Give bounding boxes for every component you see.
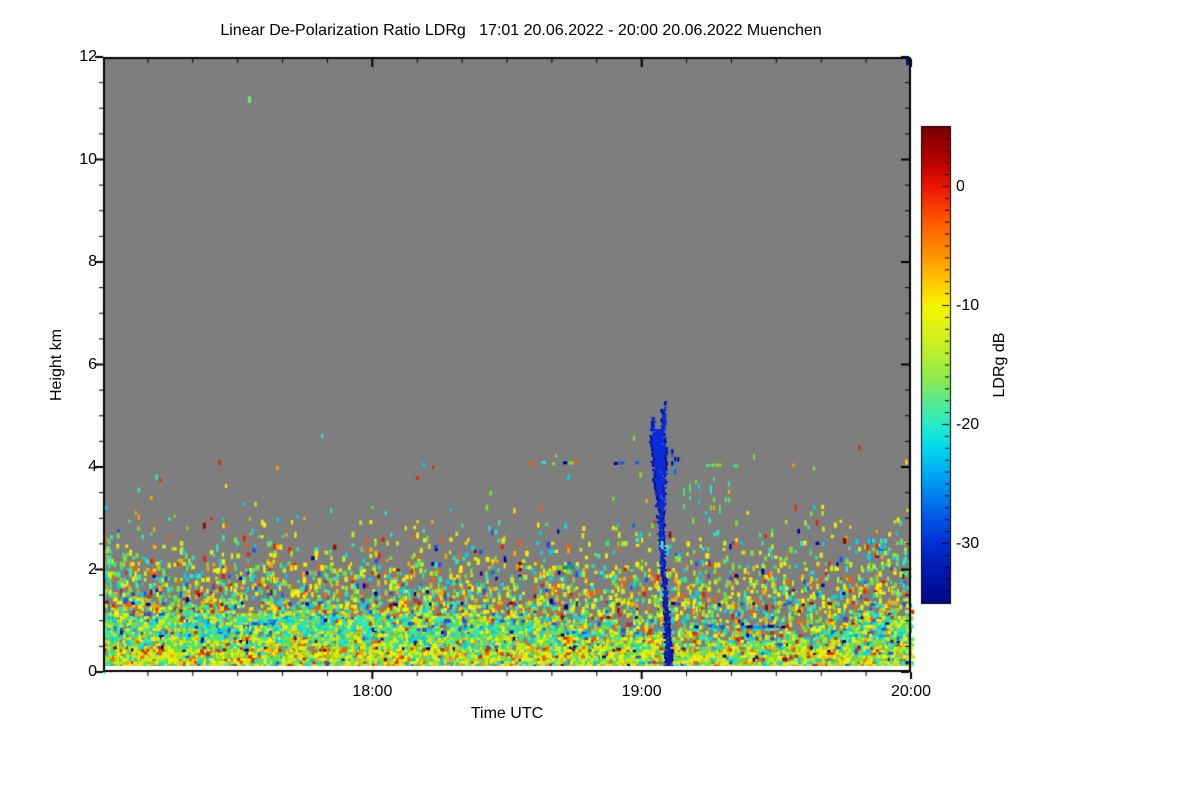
x-tick-label: 18:00 [352, 683, 393, 700]
y-tick-label: 10 [79, 150, 97, 168]
colorbar-tick-label: -20 [956, 415, 980, 433]
y-tick-label: 2 [88, 560, 97, 578]
y-tick-label: 8 [88, 253, 97, 270]
plot-canvas [0, 0, 1200, 800]
colorbar-tick-label: -10 [956, 296, 980, 314]
colorbar-tick-label: 0 [956, 177, 965, 195]
chart-title: Linear De-Polarization Ratio LDRg 17:01 … [220, 22, 822, 39]
x-axis-label: Time UTC [470, 705, 544, 722]
y-tick-label: 12 [79, 48, 97, 65]
ldr-time-height-plot: Linear De-Polarization Ratio LDRg 17:01 … [0, 0, 1200, 800]
x-tick-label: 20:00 [890, 683, 932, 700]
y-tick-label: 4 [88, 458, 97, 475]
colorbar-label: LDRg dB [991, 332, 1008, 398]
y-axis-label: Height km [48, 328, 65, 402]
colorbar-tick-label: -30 [956, 534, 980, 552]
y-tick-label: 0 [88, 663, 97, 680]
y-tick-label: 6 [88, 355, 97, 373]
x-tick-label: 19:00 [621, 683, 662, 700]
